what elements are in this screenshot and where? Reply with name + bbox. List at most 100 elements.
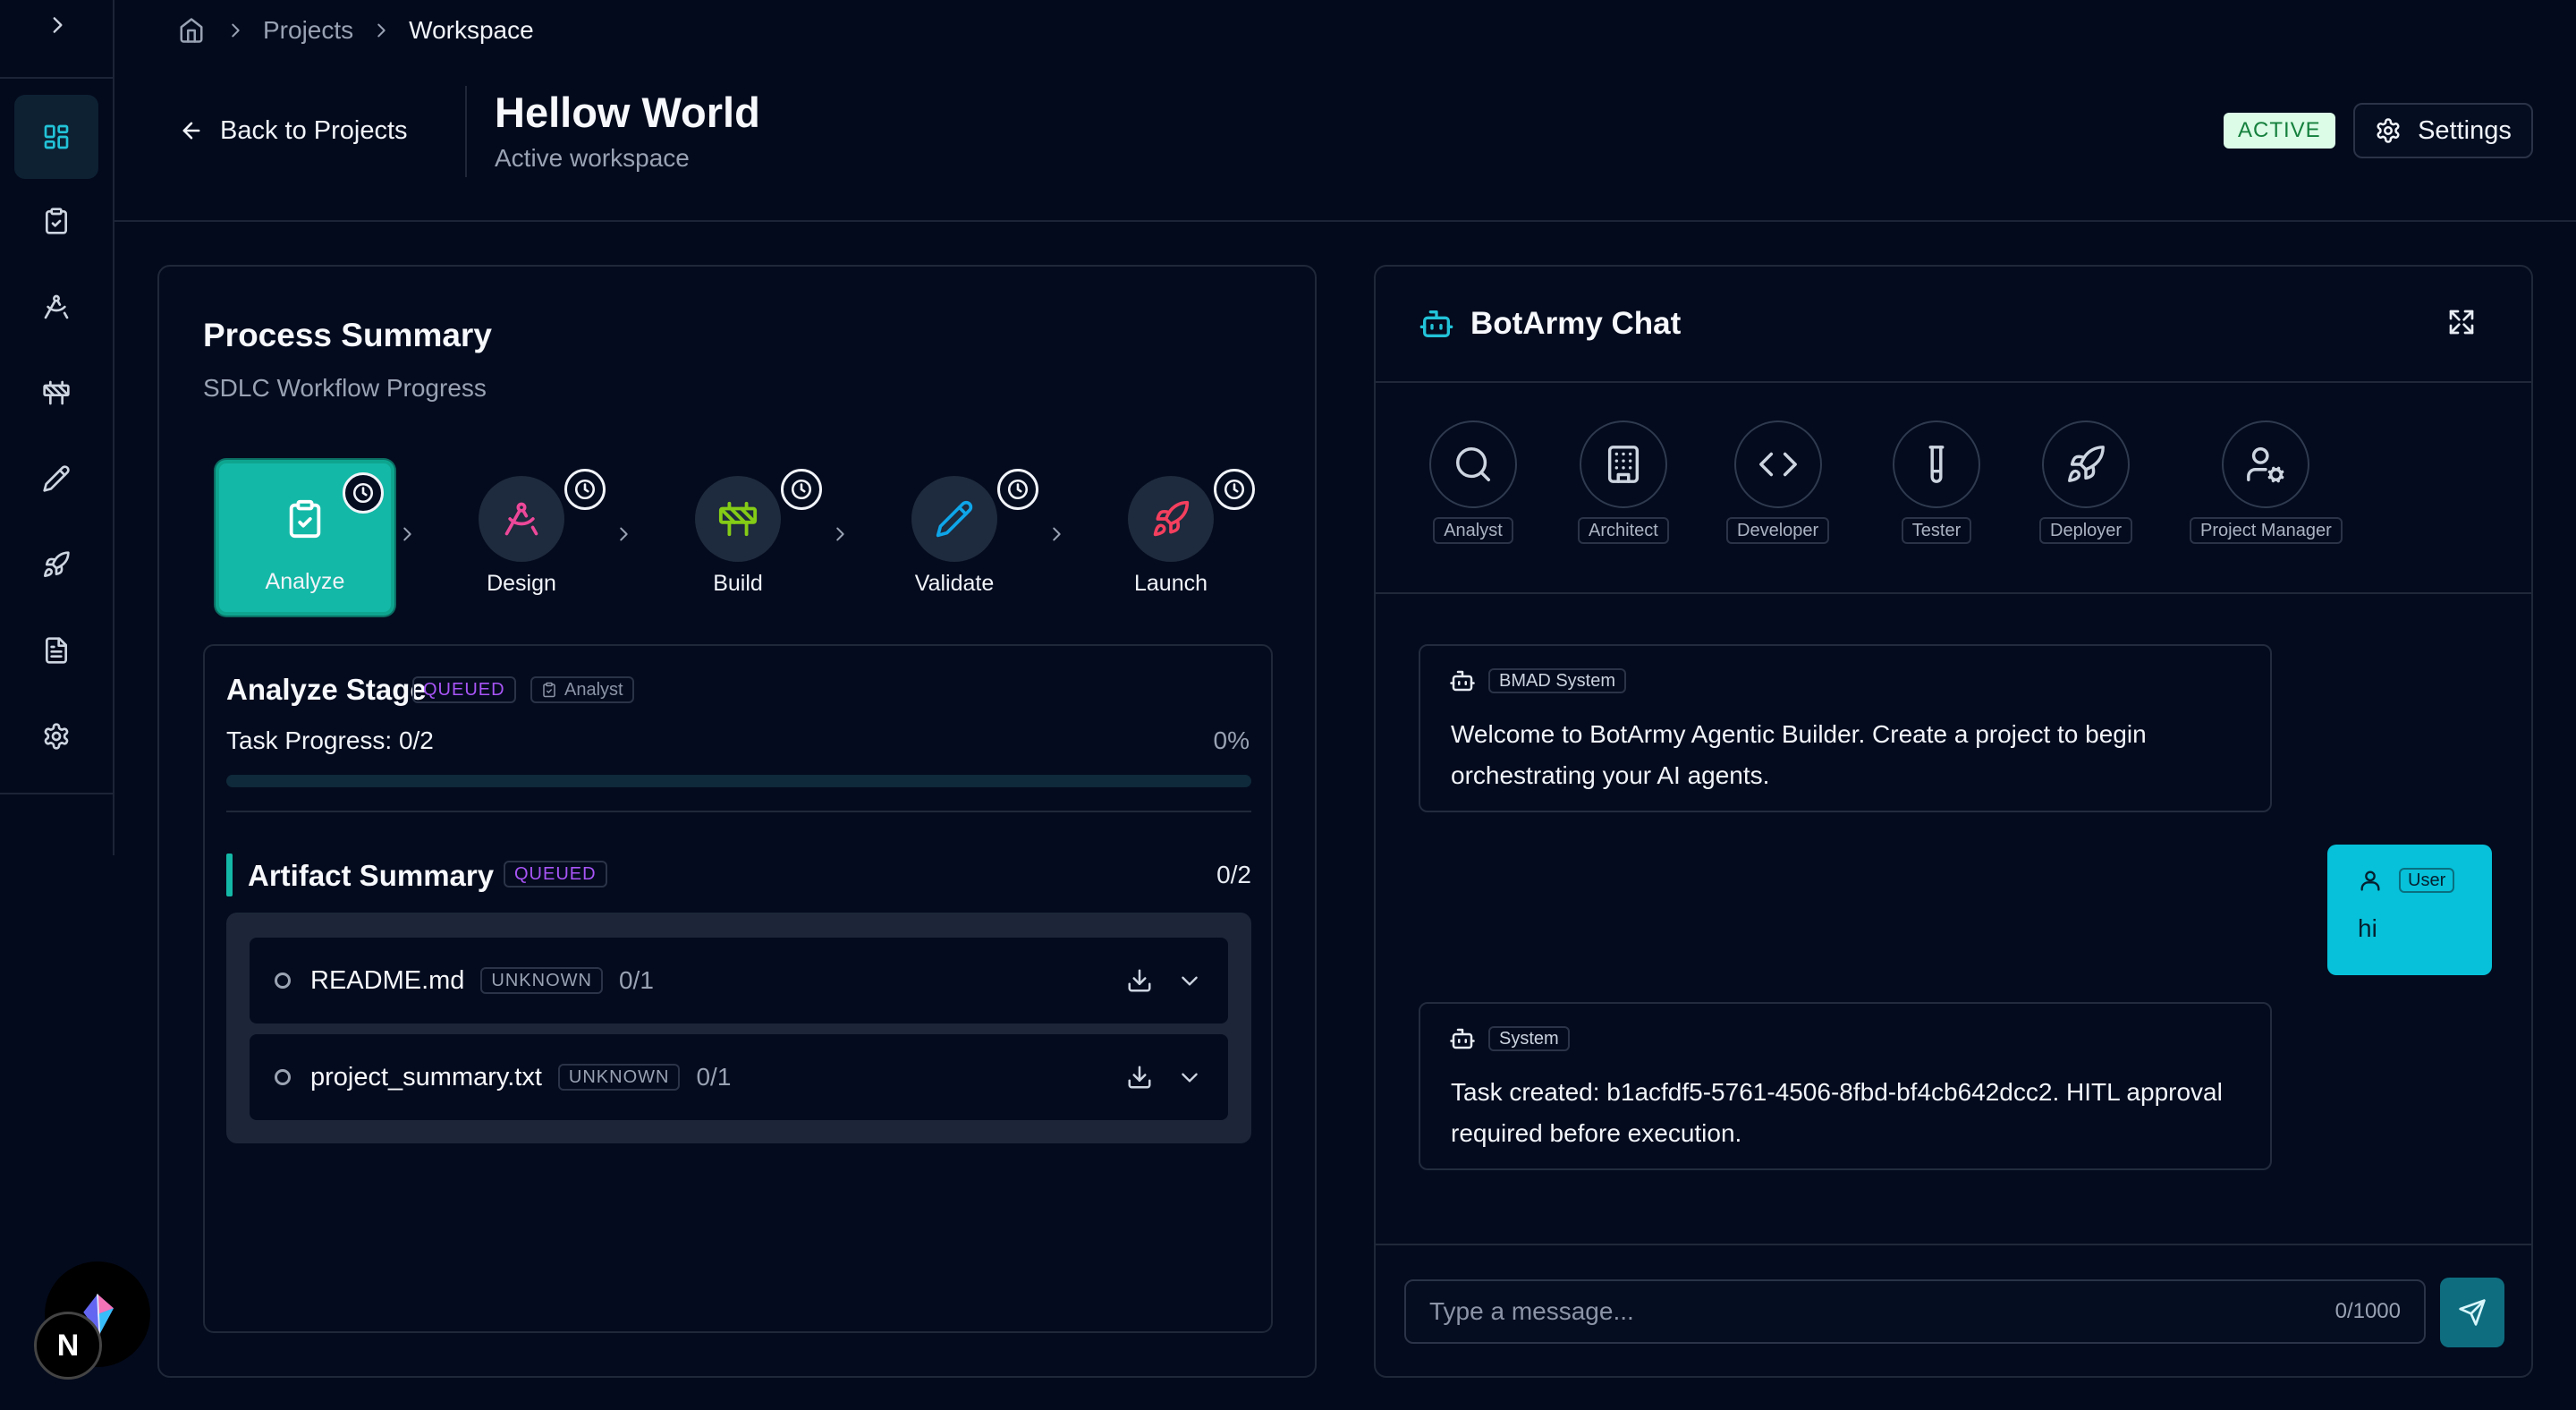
search-icon [1453,444,1494,485]
sidebar-expand-chevron-icon[interactable] [38,5,77,45]
clipboard-check-icon [284,498,326,539]
clock-icon [1214,469,1255,510]
expand-icon[interactable] [2447,308,2476,336]
home-icon[interactable] [175,14,208,47]
sidebar-item-build[interactable] [14,351,98,435]
artifact-status-badge: UNKNOWN [480,967,603,994]
header-divider [465,86,467,177]
agent-label: Tester [1901,517,1972,544]
bot-icon [1419,306,1454,342]
download-icon[interactable] [1126,967,1153,994]
message-sender-badge: User [2399,868,2455,893]
sidebar-divider [0,793,114,794]
chat-header: BotArmy Chat [1376,267,2531,383]
rocket-icon [2065,444,2106,485]
agent-label: Analyst [1433,517,1513,544]
sidebar-item-dashboard[interactable] [14,95,98,179]
sidebar-item-launch[interactable] [14,522,98,607]
stage-icon-wrap [262,476,348,562]
artifact-row[interactable]: project_summary.txt UNKNOWN 0/1 [250,1034,1228,1120]
task-progress-percent: 0% [1213,726,1250,754]
sidebar-item-settings[interactable] [14,694,98,778]
clock-icon [781,469,822,510]
chevron-down-icon[interactable] [1178,969,1201,992]
artifact-row[interactable]: README.md UNKNOWN 0/1 [250,938,1228,1024]
rocket-icon [1151,499,1191,539]
stage-label: Validate [914,571,995,596]
sidebar-item-docs[interactable] [14,608,98,692]
compass-icon [42,293,71,321]
status-badge: ACTIVE [2224,113,2335,149]
file-text-icon [42,636,71,665]
clipboard-check-icon [42,207,71,235]
agent-deployer[interactable]: Deployer [2039,420,2133,544]
send-icon [2458,1298,2487,1327]
nextjs-dev-badge[interactable]: N [34,1312,102,1380]
code-icon [1758,444,1799,485]
sidebar-item-design[interactable] [14,265,98,349]
agent-architect[interactable]: Architect [1578,420,1669,544]
agent-label: Developer [1726,517,1830,544]
artifact-progress: 0/1 [618,966,654,994]
agent-project-manager[interactable]: Project Manager [2190,420,2343,544]
status-dot-icon [275,1069,291,1085]
pencil-icon [935,499,974,539]
rocket-icon [42,550,71,579]
stage-detail-title: Analyze Stage [226,673,427,706]
stage-label: Design [487,571,556,596]
char-counter: 0/1000 [2334,1299,2401,1323]
chevron-right-icon [371,21,391,40]
chevron-down-icon[interactable] [1178,1066,1201,1089]
clock-icon [564,469,606,510]
stage-build[interactable]: Build [648,460,827,616]
send-button[interactable] [2440,1278,2504,1347]
agent-avatar [1733,420,1822,508]
stage-label: Launch [1133,571,1208,596]
stage-validate[interactable]: Validate [865,460,1044,616]
message-text: Welcome to BotArmy Agentic Builder. Crea… [1451,720,2147,789]
agent-label: Architect [1578,517,1669,544]
page-subtitle: Active workspace [495,144,690,172]
user-icon [2358,868,2383,893]
settings-button[interactable]: Settings [2353,103,2533,158]
sidebar-item-validate[interactable] [14,437,98,521]
stage-design[interactable]: Design [432,460,611,616]
sidebar-item-analyze[interactable] [14,179,98,263]
stage-icon-wrap [695,476,781,562]
stage-launch[interactable]: Launch [1081,460,1260,616]
accent-bar [226,854,233,896]
artifact-count: 0/2 [1216,861,1251,888]
artifact-name: project_summary.txt [310,1062,542,1091]
stage-icon-wrap [479,476,564,562]
artifact-list: README.md UNKNOWN 0/1 project_summary.tx… [226,913,1251,1143]
message-header: System [1449,1025,1570,1052]
artifact-status-badge: QUEUED [504,861,607,888]
chat-card: BotArmy Chat Analyst Architect Developer… [1374,265,2533,1378]
clock-icon [997,469,1038,510]
bot-icon [1449,1025,1476,1052]
breadcrumb-projects[interactable]: Projects [263,16,353,45]
back-to-projects-link[interactable]: Back to Projects [179,113,408,149]
agent-label: Project Manager [2190,517,2343,544]
agent-analyst[interactable]: Analyst [1429,420,1517,544]
process-summary-subtitle: SDLC Workflow Progress [203,374,487,402]
artifact-summary-title: Artifact Summary [248,859,495,892]
pencil-icon [42,464,71,493]
breadcrumb: Projects Workspace [175,13,534,48]
user-cog-icon [2245,444,2286,485]
process-summary-card: Process Summary SDLC Workflow Progress A… [157,265,1317,1378]
task-progress-label: Task Progress: 0/2 [226,726,434,754]
message-sender-badge: BMAD System [1488,668,1627,693]
agent-tester[interactable]: Tester [1893,420,1980,544]
chat-message-input[interactable] [1429,1297,2335,1326]
stage-analyze[interactable]: Analyze [216,460,394,616]
stage-agent-label: Analyst [564,679,623,700]
sidebar [0,0,114,855]
barrier-icon [42,378,71,407]
download-icon[interactable] [1126,1064,1153,1091]
message-sender-badge: System [1488,1026,1570,1051]
agent-developer[interactable]: Developer [1726,420,1830,544]
artifact-actions [1126,967,1201,994]
barrier-icon [717,498,758,539]
agent-avatar [1579,420,1667,508]
